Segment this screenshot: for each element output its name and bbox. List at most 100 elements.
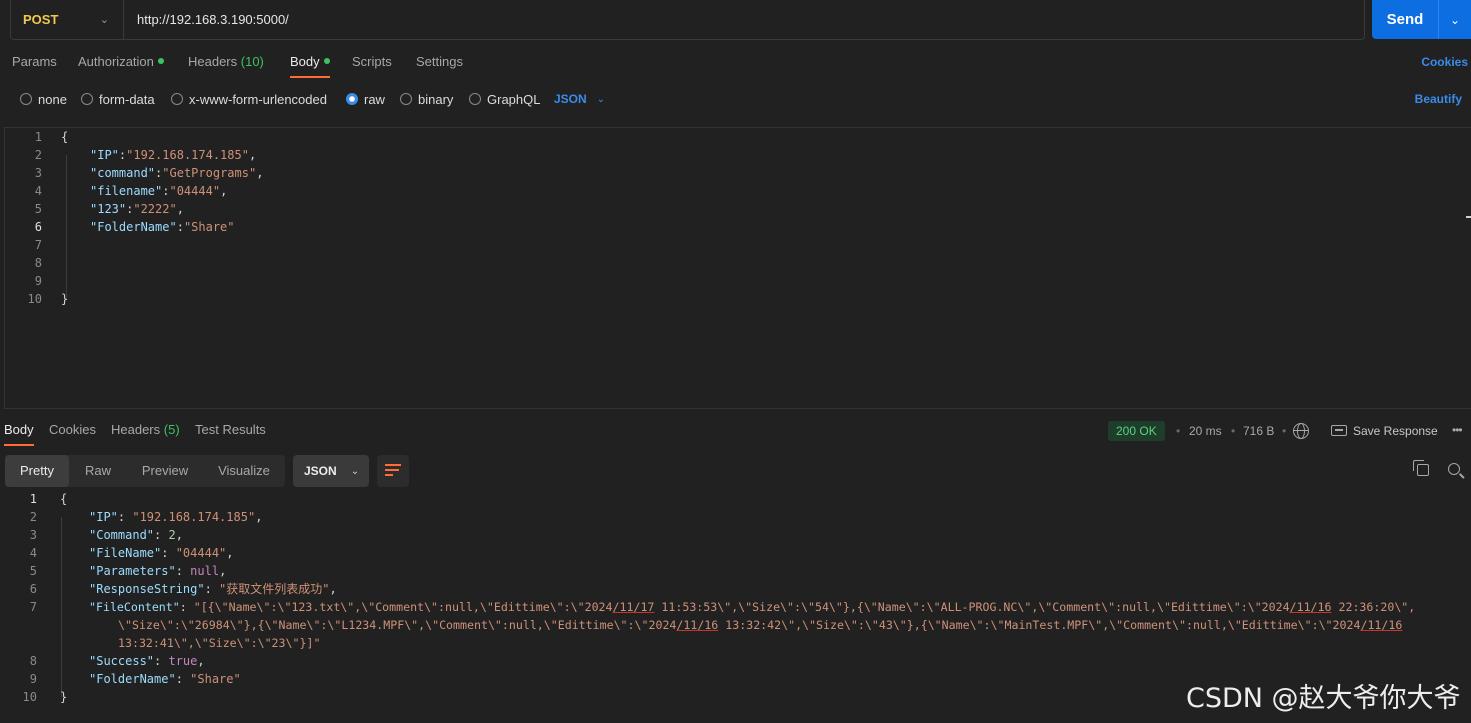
json-value: "04444" (175, 546, 227, 560)
view-raw[interactable]: Raw (69, 455, 127, 487)
view-mode-toggle: Pretty Raw Preview Visualize (5, 455, 285, 487)
json-key: "FileContent" (89, 600, 180, 614)
response-size[interactable]: 716 B (1243, 420, 1274, 442)
tab-body[interactable]: Body (290, 52, 330, 78)
code-text: "FileName": "04444", (89, 546, 234, 560)
send-options-chevron-icon[interactable]: ⌄ (1439, 13, 1471, 27)
radio-circle-icon (400, 93, 412, 105)
language-select[interactable]: JSON ⌄ (554, 88, 605, 110)
view-pretty[interactable]: Pretty (5, 455, 69, 487)
watermark: CSDN @赵大爷你大爷 (1186, 683, 1461, 714)
line-number: 7 (29, 600, 37, 614)
radio-raw[interactable]: raw (346, 88, 385, 110)
send-label: Send (1386, 11, 1424, 28)
json-key: "command" (90, 166, 156, 180)
line-number: 3 (34, 166, 42, 180)
more-options-icon[interactable]: ••• (1452, 420, 1463, 440)
json-value: "Share" (190, 672, 241, 686)
tab-params-label: Params (12, 54, 57, 69)
json-key: "filename" (90, 184, 163, 198)
line-number: 8 (34, 256, 42, 270)
response-tab-cookies[interactable]: Cookies (49, 420, 96, 446)
code-text: { (61, 130, 69, 144)
response-tab-headers[interactable]: Headers (5) (111, 420, 180, 446)
code-text: "filename":"04444", (90, 184, 228, 198)
save-response-icon (1331, 425, 1347, 436)
radio-urlencoded[interactable]: x-www-form-urlencoded (171, 88, 327, 110)
json-key: "ResponseString" (89, 582, 205, 596)
code-text: { (60, 492, 68, 506)
view-visualize[interactable]: Visualize (203, 455, 285, 487)
json-key: "FolderName" (90, 220, 177, 234)
response-tab-test-results[interactable]: Test Results (195, 420, 266, 446)
line-number: 4 (29, 546, 37, 560)
radio-circle-icon (81, 93, 93, 105)
separator-dot: • (1176, 424, 1181, 438)
radio-circle-icon (171, 93, 183, 105)
response-tab-body[interactable]: Body (4, 420, 34, 446)
wrap-lines-button[interactable] (377, 455, 409, 487)
radio-circle-icon (20, 93, 32, 105)
beautify-button[interactable]: Beautify (1415, 88, 1462, 110)
chevron-down-icon: ⌄ (596, 93, 606, 105)
tab-settings-label: Settings (416, 54, 463, 69)
radio-graphql[interactable]: GraphQL (469, 88, 540, 110)
tab-authorization[interactable]: Authorization (78, 52, 164, 78)
json-value: true (168, 654, 198, 668)
search-icon[interactable] (1448, 463, 1460, 475)
json-key: "IP" (90, 148, 119, 162)
code-text: "Success": true, (89, 654, 205, 668)
line-number: 1 (34, 130, 42, 144)
separator-dot: • (1282, 424, 1287, 438)
radio-circle-icon (469, 93, 481, 105)
tab-settings[interactable]: Settings (416, 52, 463, 78)
json-key: "FolderName" (89, 672, 176, 686)
line-number: 10 (27, 292, 42, 306)
cookies-link[interactable]: Cookies (1421, 52, 1468, 72)
send-button[interactable]: Send ⌄ (1372, 0, 1471, 39)
line-number: 7 (34, 238, 42, 252)
radio-binary[interactable]: binary (400, 88, 453, 110)
globe-icon[interactable] (1293, 423, 1309, 439)
json-value: 2 (168, 528, 176, 542)
code-text: "123":"2222", (90, 202, 184, 216)
json-value: "Share" (183, 220, 235, 234)
tab-headers[interactable]: Headers (10) (188, 52, 264, 78)
line-number: 10 (22, 690, 37, 704)
radio-binary-label: binary (418, 91, 454, 107)
status-badge[interactable]: 200 OK (1108, 421, 1165, 441)
json-key: "FileName" (89, 546, 162, 560)
code-text: "IP": "192.168.174.185", (89, 510, 263, 524)
code-text: "IP":"192.168.174.185", (90, 148, 257, 162)
radio-form-data-label: form-data (99, 91, 155, 107)
chevron-down-icon: ⌄ (99, 14, 109, 26)
request-body-editor[interactable]: 1 { 2 "IP":"192.168.174.185", 3 "command":"… (4, 127, 1471, 409)
radio-form-data[interactable]: form-data (81, 88, 155, 110)
json-key: "Success" (89, 654, 155, 668)
url-input[interactable] (124, 0, 1364, 39)
tab-scripts[interactable]: Scripts (352, 52, 392, 78)
line-number: 2 (29, 510, 37, 524)
json-key: "IP" (89, 510, 118, 524)
code-text: } (60, 690, 68, 704)
response-time[interactable]: 20 ms (1189, 420, 1222, 442)
scroll-marker (1466, 216, 1471, 218)
radio-none[interactable]: none (20, 88, 67, 110)
json-value: null (190, 564, 220, 578)
tab-headers-count: (10) (240, 54, 264, 69)
language-label: JSON (554, 92, 587, 106)
tab-headers-label: Headers (188, 54, 238, 69)
json-value: "[{\"Name\":\"123.txt\",\"Comment\":null… (193, 600, 1416, 614)
tab-params[interactable]: Params (12, 52, 57, 78)
wrap-lines-icon (385, 464, 401, 478)
copy-icon[interactable] (1413, 460, 1429, 476)
response-headers-count: (5) (163, 422, 180, 437)
method-select[interactable]: POST ⌄ (11, 0, 124, 39)
response-format-select[interactable]: JSON ⌄ (293, 455, 369, 487)
save-response-button[interactable]: Save Response (1353, 420, 1438, 442)
view-preview[interactable]: Preview (127, 455, 203, 487)
radio-none-label: none (38, 91, 67, 107)
code-text: } (61, 292, 69, 306)
json-value: "GetPrograms" (162, 166, 257, 180)
tab-scripts-label: Scripts (352, 54, 392, 69)
